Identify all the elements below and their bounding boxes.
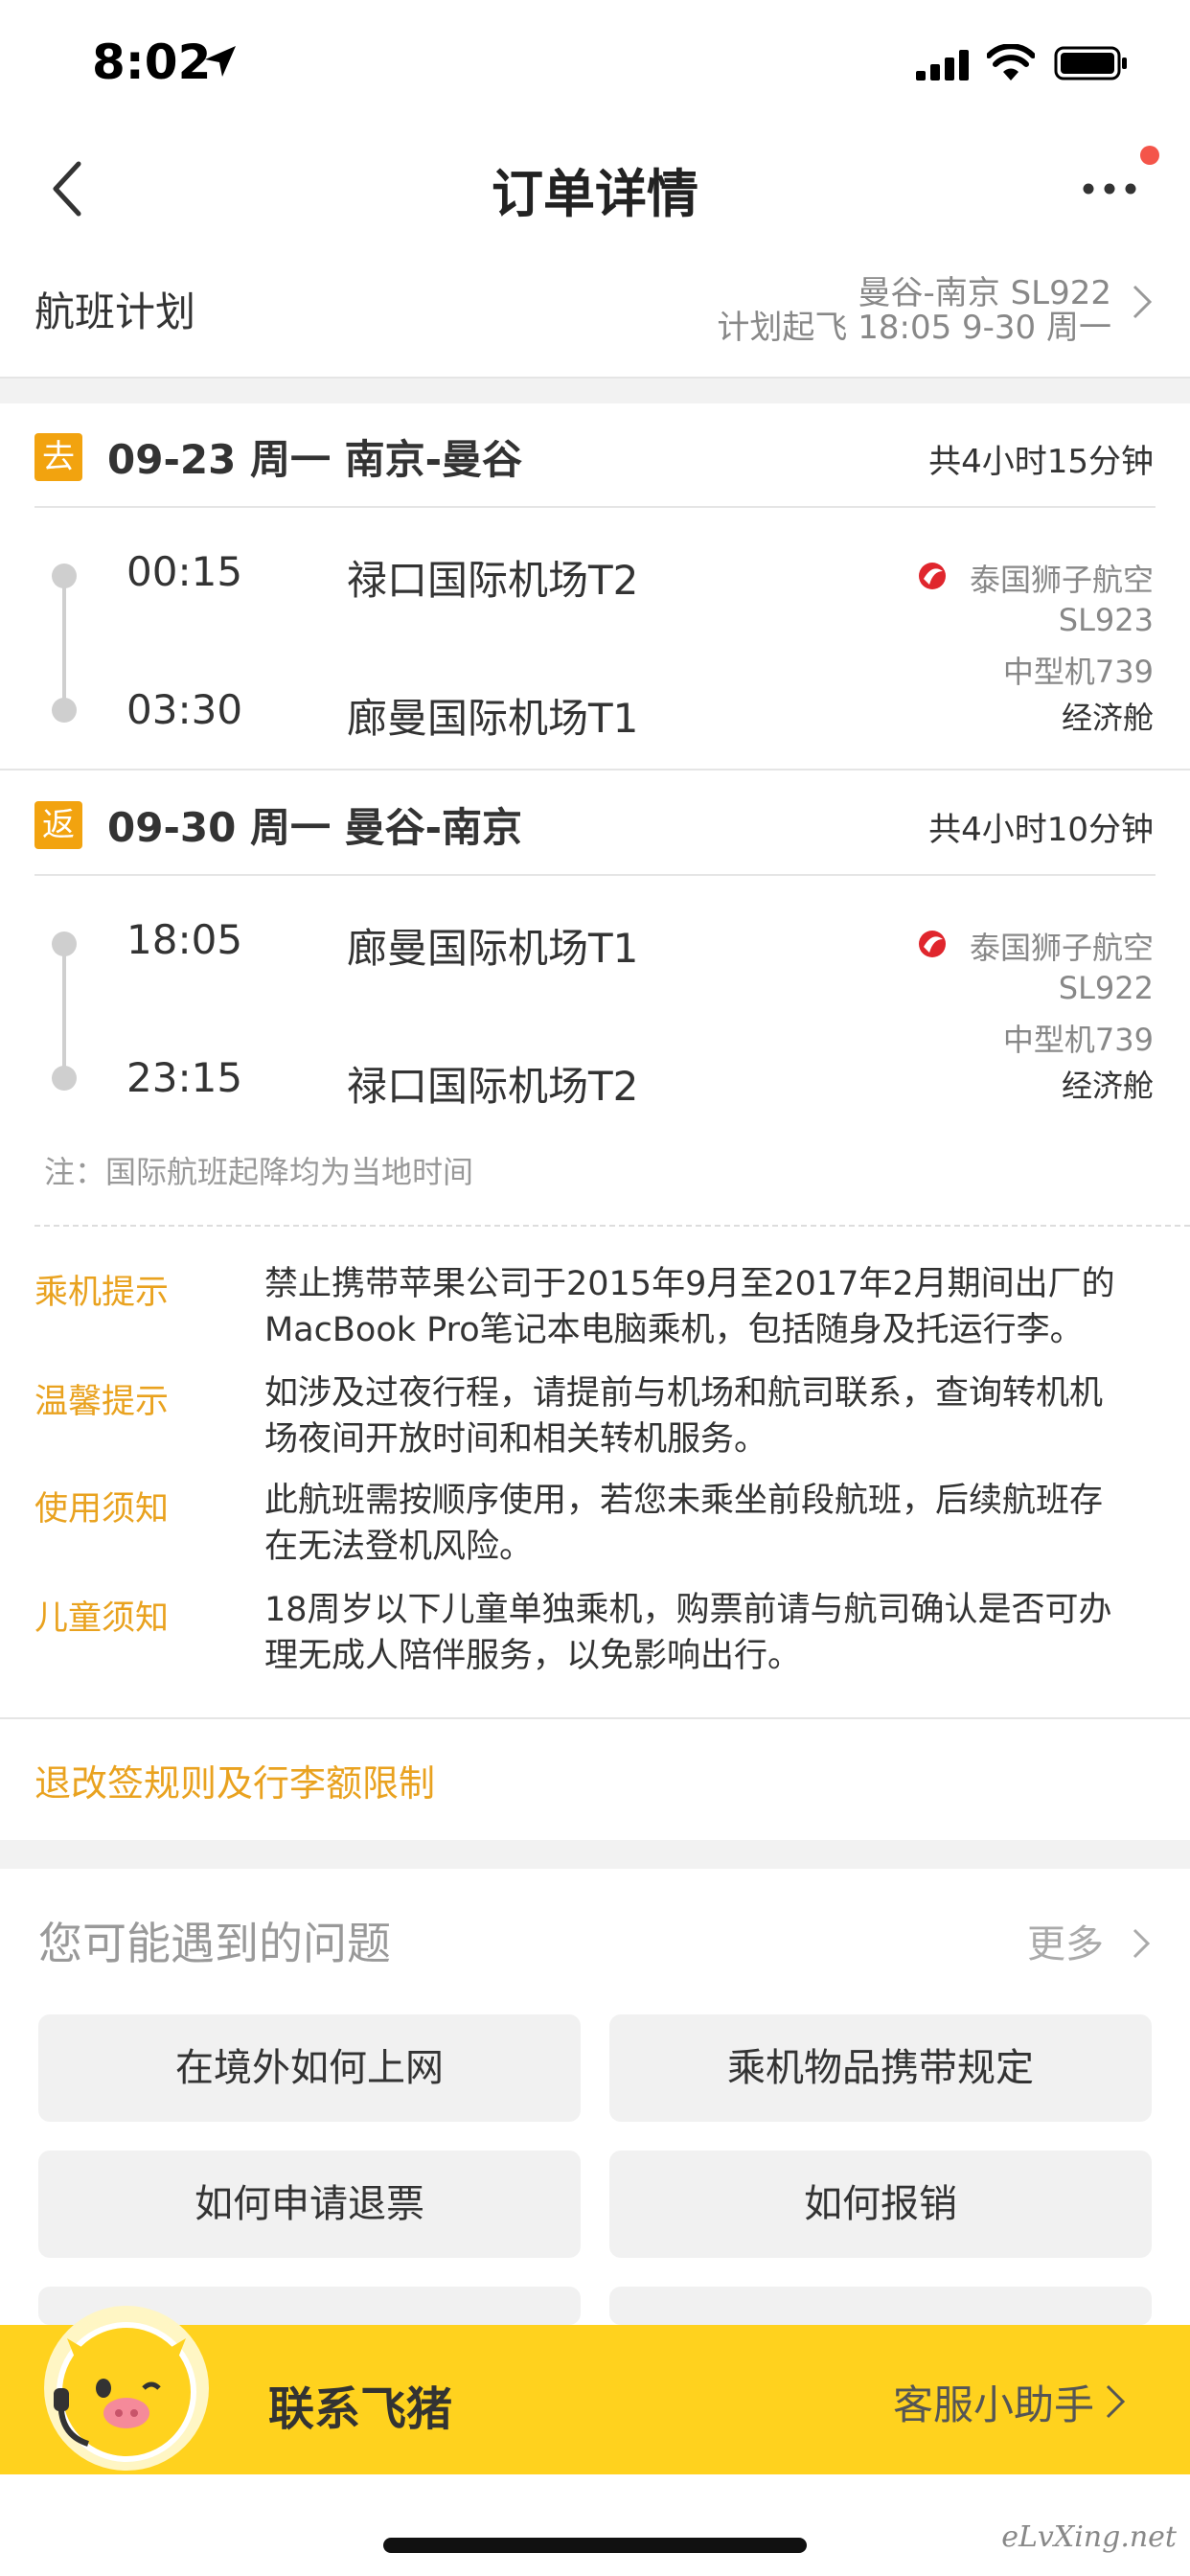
leg-title: 09-30 周一 曼谷-南京 (107, 804, 523, 851)
flight-number: SL922 (1058, 970, 1154, 1006)
wifi-icon (987, 44, 1035, 80)
cellular-signal-icon (916, 50, 969, 80)
divider (34, 874, 1156, 876)
tip-label: 使用须知 (34, 1490, 170, 1529)
faq-item-partial[interactable] (609, 2287, 1152, 2325)
tip-text: 18周岁以下儿童单独乘机，购票前请与航司确认是否可办 理无成人陪伴服务，以免影响… (264, 1587, 1165, 1679)
flight-plan-departure: 计划起飞 18:05 9-30 周一 (717, 309, 1111, 347)
divider (0, 1717, 1190, 1719)
tip-text-line: 禁止携带苹果公司于2015年9月至2017年2月期间出厂的 (264, 1265, 1115, 1303)
faq-item[interactable]: 如何报销 (609, 2150, 1152, 2258)
chevron-right-icon (1106, 2384, 1126, 2419)
time-note: 注：国际航班起降均为当地时间 (44, 1154, 474, 1190)
departure-airport: 廊曼国际机场T1 (347, 925, 639, 972)
faq-item[interactable]: 乘机物品携带规定 (609, 2014, 1152, 2122)
faq-item[interactable]: 如何申请退票 (38, 2150, 581, 2258)
departure-airport: 禄口国际机场T2 (347, 557, 639, 604)
tip-text-line: 在无法登机风险。 (264, 1528, 534, 1566)
timeline-dot (52, 1066, 77, 1091)
tip-text-line: 理无成人陪伴服务，以免影响出行。 (264, 1637, 802, 1675)
dashed-divider (34, 1225, 1190, 1227)
flight-plan-label: 航班计划 (34, 288, 196, 335)
tip-text-line: MacBook Pro笔记本电脑乘机，包括随身及托运行李。 (264, 1311, 1084, 1349)
tip-text: 如涉及过夜行程，请提前与机场和航司联系，查询转机机 场夜间开放时间和相关转机服务… (264, 1370, 1165, 1462)
tip-text: 禁止携带苹果公司于2015年9月至2017年2月期间出厂的 MacBook Pr… (264, 1261, 1165, 1353)
airline-name: 泰国狮子航空 (969, 930, 1154, 966)
departure-time: 18:05 (126, 916, 243, 963)
home-indicator[interactable] (383, 2538, 807, 2553)
airline-name: 泰国狮子航空 (969, 562, 1154, 598)
arrival-time: 03:30 (126, 686, 243, 733)
timeline-dot (52, 698, 77, 723)
outbound-badge: 去 (34, 433, 82, 481)
more-icon[interactable] (1081, 174, 1138, 203)
status-time: 8:02 (92, 34, 212, 90)
leg-title: 09-23 周一 南京-曼谷 (107, 436, 523, 483)
tip-text-line: 如涉及过夜行程，请提前与机场和航司联系，查询转机机 (264, 1374, 1104, 1413)
leg-duration: 共4小时15分钟 (928, 443, 1154, 481)
faq-item[interactable]: 在境外如何上网 (38, 2014, 581, 2122)
notification-dot (1140, 146, 1159, 165)
lion-air-logo-icon (919, 931, 946, 957)
timeline-line (62, 585, 66, 702)
page-title: 订单详情 (492, 164, 698, 224)
timeline-line (62, 953, 66, 1070)
tip-label: 温馨提示 (34, 1383, 170, 1421)
contact-label[interactable]: 联系飞猪 (268, 2371, 452, 2438)
chevron-right-icon (1133, 285, 1153, 319)
tip-text-line: 此航班需按顺序使用，若您未乘坐前段航班，后续航班存 (264, 1482, 1104, 1520)
location-arrow-icon (205, 46, 236, 77)
flight-number: SL923 (1058, 602, 1154, 638)
section-divider (0, 377, 1190, 403)
arrival-airport: 禄口国际机场T2 (347, 1063, 639, 1110)
lion-air-logo-icon (919, 563, 946, 589)
arrival-airport: 廊曼国际机场T1 (347, 695, 639, 742)
divider (0, 769, 1190, 770)
aircraft-type[interactable]: 中型机739 (1003, 648, 1154, 692)
customer-service-link[interactable]: 客服小助手 (893, 2373, 1094, 2431)
section-divider (0, 1840, 1190, 1869)
watermark: eLvXing.net (1001, 2520, 1177, 2554)
cabin-class: 经济舱 (1061, 1068, 1154, 1104)
chevron-right-icon[interactable] (1131, 1926, 1152, 1961)
fliggy-mascot-avatar (44, 2306, 209, 2471)
divider (34, 506, 1156, 508)
tip-label: 儿童须知 (34, 1599, 170, 1638)
aircraft-type[interactable]: 中型机739 (1003, 1016, 1154, 1060)
tip-text-line: 场夜间开放时间和相关转机服务。 (264, 1420, 768, 1459)
tip-label: 乘机提示 (34, 1274, 170, 1312)
battery-icon (1054, 46, 1127, 80)
leg-duration: 共4小时10分钟 (928, 811, 1154, 849)
faq-more-link[interactable]: 更多 (1027, 1913, 1104, 1968)
cabin-class: 经济舱 (1061, 700, 1154, 736)
arrival-time: 23:15 (126, 1054, 243, 1101)
return-badge: 返 (34, 801, 82, 849)
faq-title: 您可能遇到的问题 (38, 1918, 391, 1969)
departure-time: 00:15 (126, 548, 243, 595)
tip-text-line: 18周岁以下儿童单独乘机，购票前请与航司确认是否可办 (264, 1591, 1112, 1629)
tip-text: 此航班需按顺序使用，若您未乘坐前段航班，后续航班存 在无法登机风险。 (264, 1478, 1165, 1570)
refund-baggage-rules-link[interactable]: 退改签规则及行李额限制 (34, 1754, 435, 1806)
